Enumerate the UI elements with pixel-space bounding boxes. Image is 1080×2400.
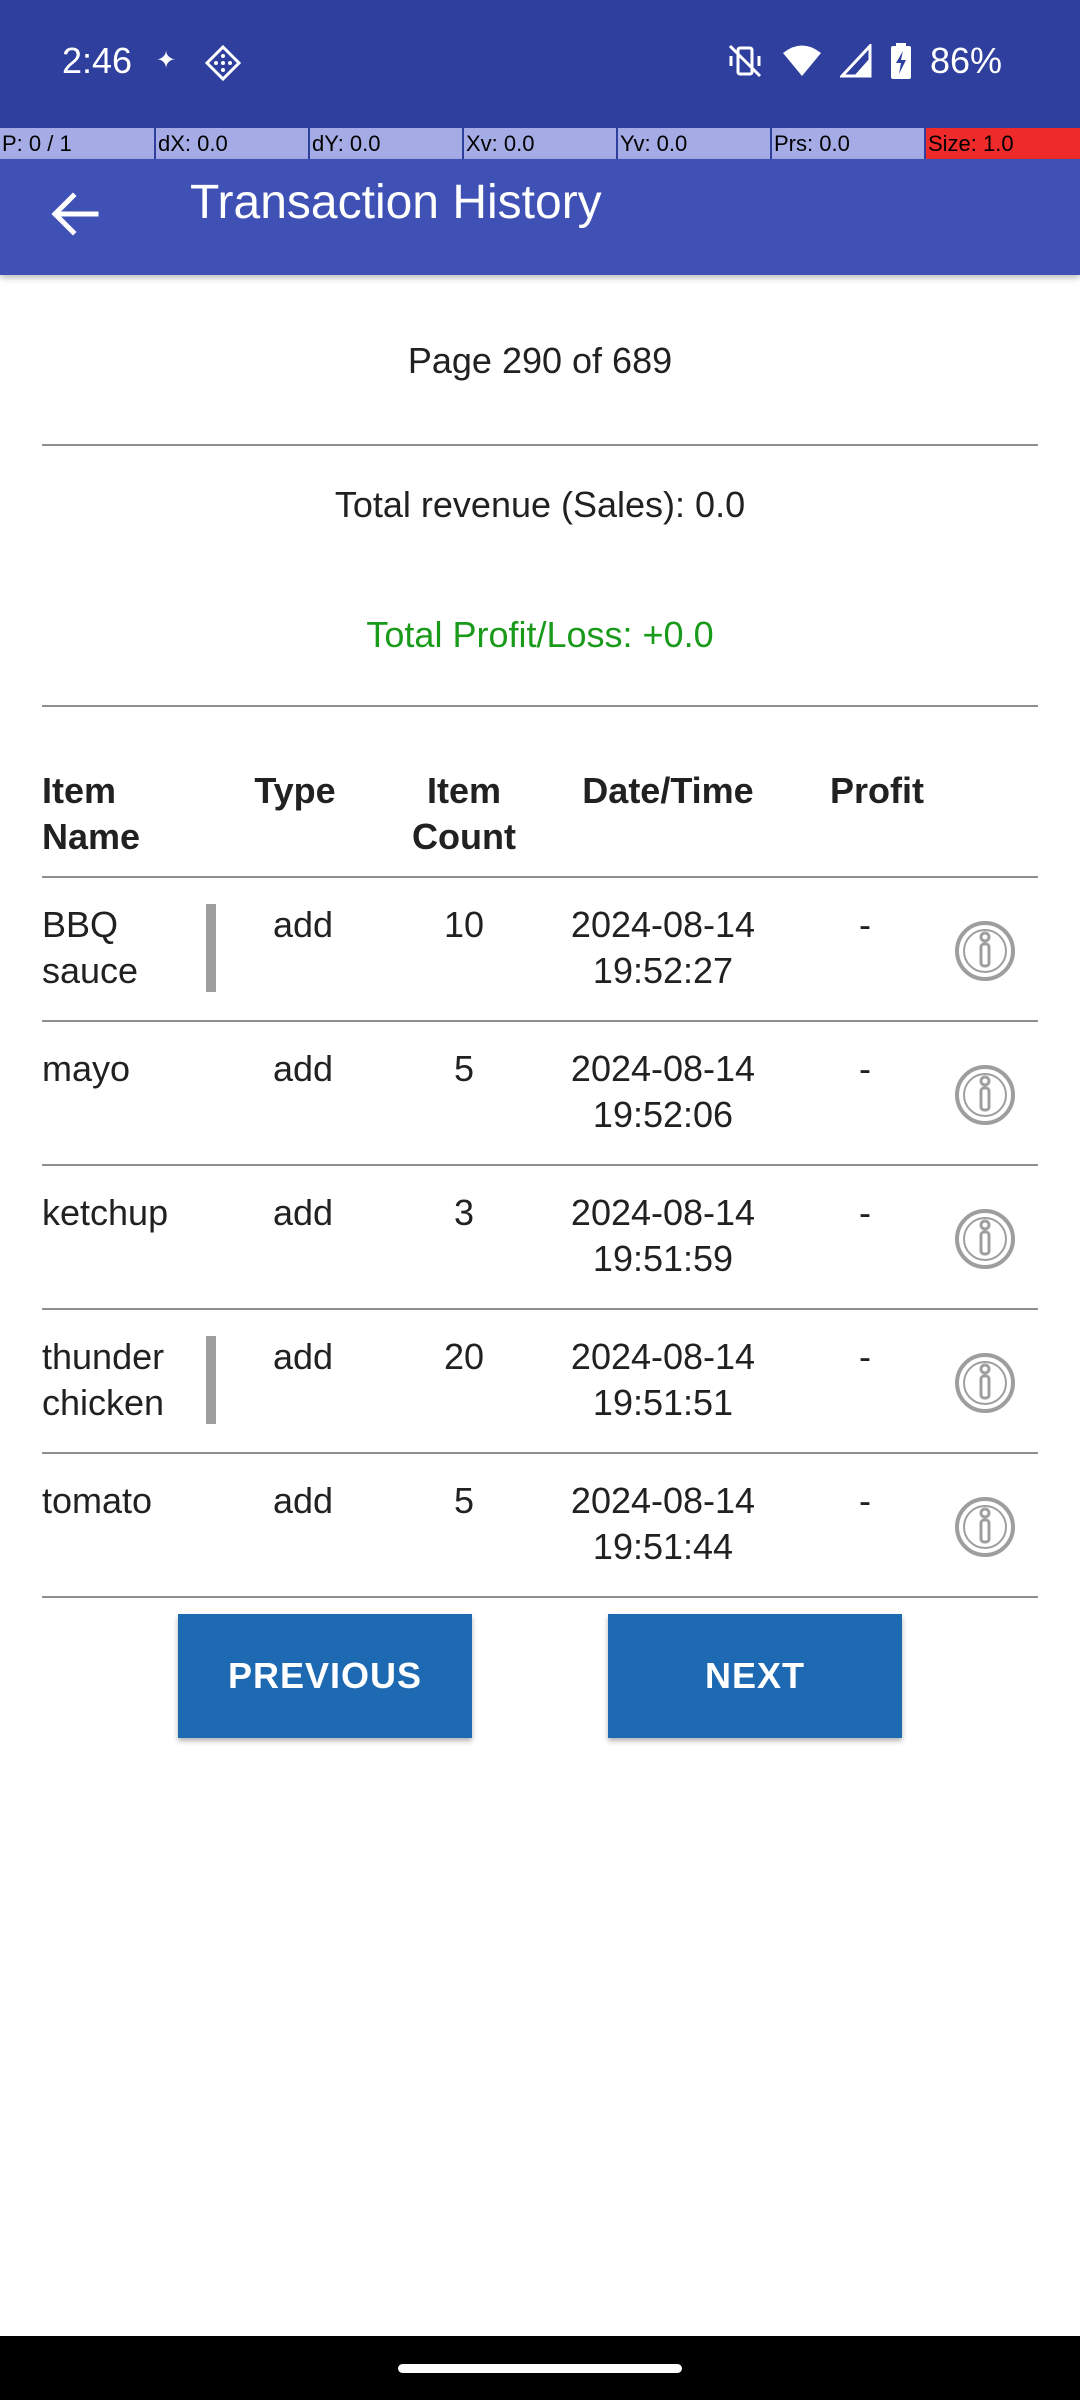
info-icon[interactable] bbox=[954, 1208, 1016, 1270]
pointer-count: P: 0 / 1 bbox=[2, 131, 72, 156]
sparkle-icon: ✦ bbox=[156, 47, 177, 74]
app-bar: Transaction History bbox=[0, 159, 1080, 275]
battery-charging-icon bbox=[890, 43, 911, 79]
cell-item-count: 20 bbox=[443, 1336, 485, 1377]
pointer-dx: dX: 0.0 bbox=[154, 128, 308, 159]
cell-item-name: ketchup bbox=[42, 1192, 169, 1233]
text-scroll-indicator bbox=[206, 904, 216, 992]
cell-date-time: 2024-08-14 19:51:51 bbox=[570, 1336, 756, 1423]
header-type: Type bbox=[254, 770, 336, 811]
home-gesture-handle[interactable] bbox=[398, 2364, 682, 2373]
table-row: ketchup add 3 2024-08-14 19:51:59 - bbox=[0, 1166, 1080, 1310]
cell-item-name: BBQ sauce bbox=[42, 904, 139, 991]
table-row: tomato add 5 2024-08-14 19:51:44 - bbox=[0, 1454, 1080, 1598]
cell-item-count: 5 bbox=[453, 1480, 475, 1521]
pointer-yv: Yv: 0.0 bbox=[616, 128, 770, 159]
pointer-pressure: Prs: 0.0 bbox=[770, 128, 924, 159]
cell-item-name: mayo bbox=[42, 1048, 131, 1089]
cell-profit: - bbox=[859, 904, 871, 945]
cell-type: add bbox=[272, 904, 334, 945]
page-title: Transaction History bbox=[190, 176, 602, 229]
cell-item-count: 3 bbox=[453, 1192, 475, 1233]
cell-date-time: 2024-08-14 19:51:59 bbox=[570, 1192, 756, 1279]
divider bbox=[42, 1596, 1038, 1598]
cell-date-time: 2024-08-14 19:52:06 bbox=[570, 1048, 756, 1135]
cell-profit: - bbox=[859, 1192, 871, 1233]
header-item-name: Item Name bbox=[42, 770, 141, 857]
cell-date-time: 2024-08-14 19:52:27 bbox=[570, 904, 756, 991]
arrow-back-icon[interactable] bbox=[40, 179, 110, 249]
header-profit: Profit bbox=[830, 770, 924, 811]
cell-profit: - bbox=[859, 1048, 871, 1089]
table-row: mayo add 5 2024-08-14 19:52:06 - bbox=[0, 1022, 1080, 1166]
header-date-time: Date/Time bbox=[582, 770, 754, 811]
table-row: BBQ sauce add 10 2024-08-14 19:52:27 - bbox=[0, 878, 1080, 1022]
cell-profit: - bbox=[859, 1336, 871, 1377]
cell-item-name: tomato bbox=[42, 1480, 153, 1521]
page-indicator: Page 290 of 689 bbox=[407, 340, 673, 381]
info-icon[interactable] bbox=[954, 1496, 1016, 1558]
pointer-xv: Xv: 0.0 bbox=[462, 128, 616, 159]
pointer-dy: dY: 0.0 bbox=[308, 128, 462, 159]
status-bar: 2:46 ✦ 86% bbox=[0, 0, 1080, 128]
table-row: thunder chicken add 20 2024-08-14 19:51:… bbox=[0, 1310, 1080, 1454]
wifi-icon bbox=[782, 45, 821, 76]
info-icon[interactable] bbox=[954, 920, 1016, 982]
gesture-navigation-bar bbox=[0, 2336, 1080, 2400]
cell-item-count: 10 bbox=[443, 904, 485, 945]
text-scroll-indicator bbox=[206, 1336, 216, 1424]
cell-type: add bbox=[272, 1336, 334, 1377]
previous-button[interactable]: PREVIOUS bbox=[178, 1614, 472, 1738]
pointer-size: Size: 1.0 bbox=[924, 128, 1080, 159]
pointer-location-overlay: P: 0 / 1 dX: 0.0 dY: 0.0 Xv: 0.0 Yv: 0.0… bbox=[0, 128, 1080, 159]
divider bbox=[42, 705, 1038, 707]
total-revenue: Total revenue (Sales): 0.0 bbox=[334, 484, 746, 525]
cell-profit: - bbox=[859, 1480, 871, 1521]
next-button[interactable]: NEXT bbox=[608, 1614, 902, 1738]
total-profit-loss: Total Profit/Loss: +0.0 bbox=[366, 614, 714, 655]
info-icon[interactable] bbox=[954, 1064, 1016, 1126]
cell-type: add bbox=[272, 1048, 334, 1089]
cell-signal-icon bbox=[839, 44, 872, 78]
status-time: 2:46 bbox=[62, 40, 133, 81]
battery-percent: 86% bbox=[929, 40, 1002, 81]
vibrate-off-icon bbox=[728, 44, 761, 78]
cell-type: add bbox=[272, 1192, 334, 1233]
app-notification-icon bbox=[204, 44, 242, 82]
header-item-count: Item Count bbox=[412, 770, 516, 857]
cell-item-name: thunder chicken bbox=[42, 1336, 165, 1423]
cell-type: add bbox=[272, 1480, 334, 1521]
divider bbox=[42, 444, 1038, 446]
info-icon[interactable] bbox=[954, 1352, 1016, 1414]
cell-item-count: 5 bbox=[453, 1048, 475, 1089]
cell-date-time: 2024-08-14 19:51:44 bbox=[570, 1480, 756, 1567]
